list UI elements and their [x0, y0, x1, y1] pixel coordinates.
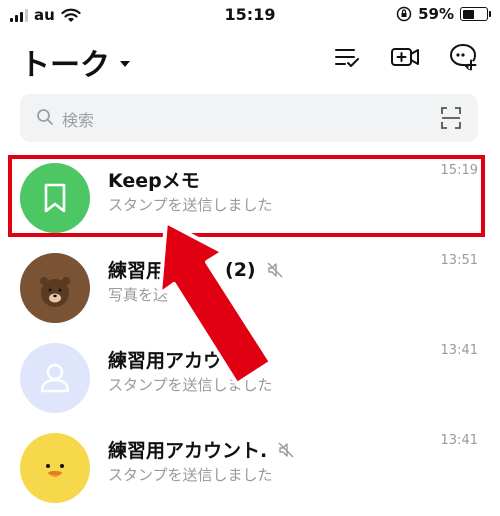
pointer-arrow: [158, 220, 273, 386]
